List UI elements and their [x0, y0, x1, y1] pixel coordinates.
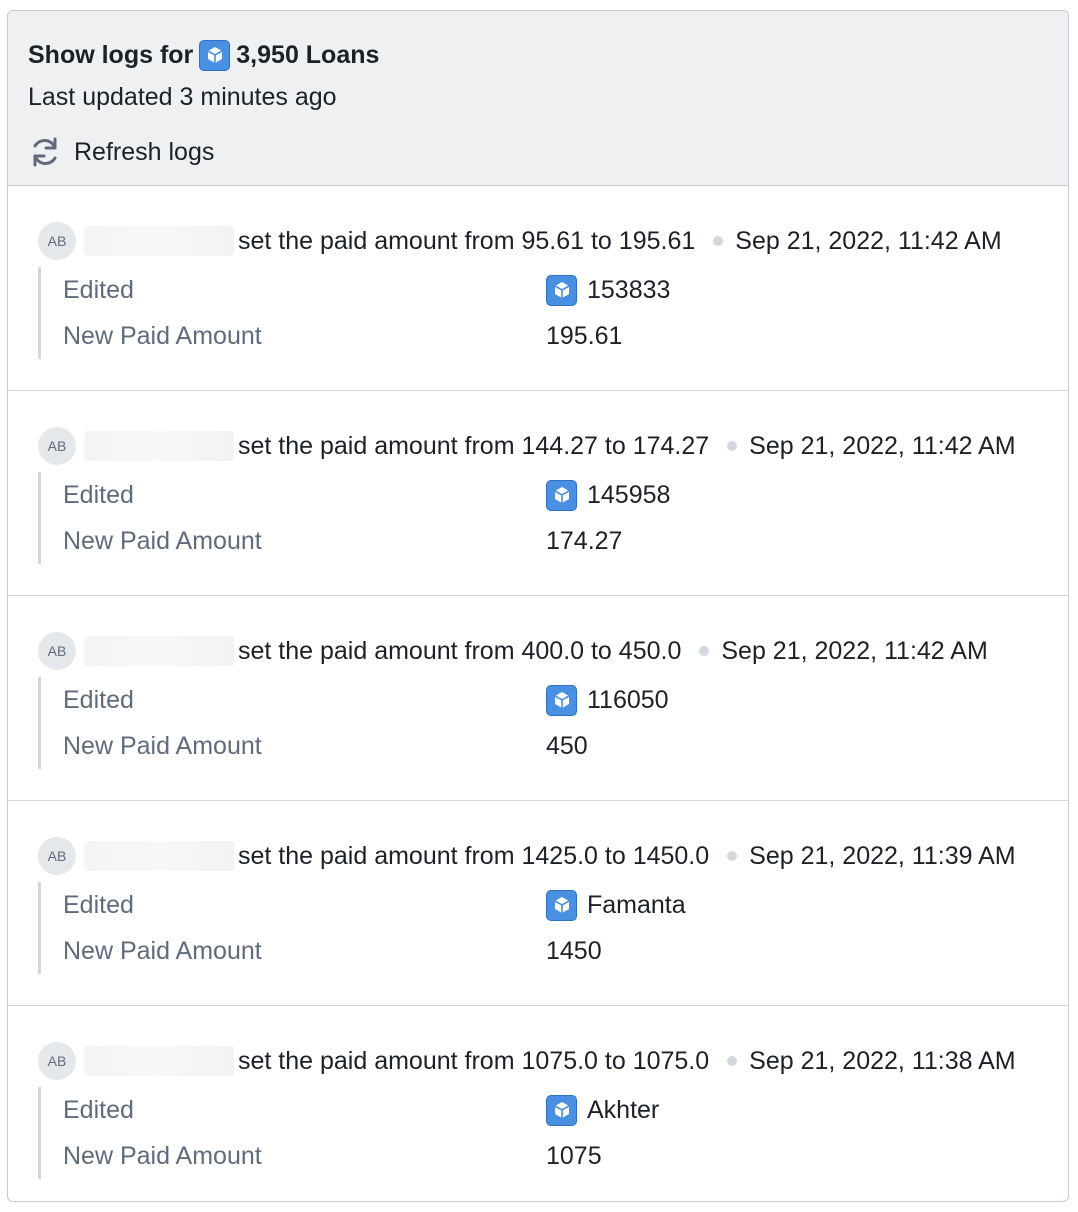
log-message: set the paid amount from 95.61 to 195.61	[238, 226, 696, 255]
object-count-link[interactable]: 3,950 Loans	[236, 39, 379, 71]
edited-object-link[interactable]: 116050	[546, 684, 669, 716]
log-details: Edited 116050 New Paid Amount 450	[38, 677, 1068, 769]
edited-object-name: 145958	[587, 480, 671, 509]
separator-dot	[713, 236, 724, 246]
edited-label: Edited	[63, 275, 134, 304]
edited-object-link[interactable]: Akhter	[546, 1094, 660, 1126]
edited-label: Edited	[63, 480, 134, 509]
edited-row: Edited 145958	[63, 472, 1068, 518]
log-message: set the paid amount from 144.27 to 174.2…	[238, 431, 710, 460]
cube-icon	[546, 479, 577, 511]
avatar: AB	[38, 1042, 76, 1080]
field-label: New Paid Amount	[63, 731, 262, 760]
edited-row: Edited Famanta	[63, 882, 1068, 928]
log-summary: AB set the paid amount from 144.27 to 17…	[8, 427, 1068, 465]
field-label: New Paid Amount	[63, 526, 262, 555]
log-summary: AB set the paid amount from 1425.0 to 14…	[8, 837, 1068, 875]
redacted-user-name	[84, 226, 234, 256]
edited-row: Edited Akhter	[63, 1087, 1068, 1133]
log-message: set the paid amount from 400.0 to 450.0	[238, 636, 682, 665]
logs-panel: Show logs for 3,950 Loans Last updated 3…	[7, 10, 1069, 1202]
redacted-user-name	[84, 431, 234, 461]
log-entry: AB set the paid amount from 144.27 to 17…	[8, 391, 1068, 596]
log-entry: AB set the paid amount from 1425.0 to 14…	[8, 801, 1068, 1006]
log-details: Edited 145958 New Paid Amount 174.27	[38, 472, 1068, 564]
field-value: 450	[546, 731, 588, 760]
avatar: AB	[38, 222, 76, 260]
redacted-user-name	[84, 1046, 234, 1076]
edited-object-link[interactable]: Famanta	[546, 889, 686, 921]
log-entry: AB set the paid amount from 1075.0 to 10…	[8, 1006, 1068, 1201]
edited-label: Edited	[63, 890, 134, 919]
edited-object-name: Famanta	[587, 890, 686, 919]
edited-object-name: 116050	[587, 685, 669, 714]
field-label: New Paid Amount	[63, 321, 262, 350]
log-entry: AB set the paid amount from 400.0 to 450…	[8, 596, 1068, 801]
cube-icon	[546, 889, 577, 921]
separator-dot	[699, 646, 710, 656]
cube-icon	[546, 684, 577, 716]
log-timestamp: Sep 21, 2022, 11:42 AM	[735, 226, 1002, 255]
log-entry: AB set the paid amount from 95.61 to 195…	[8, 186, 1068, 391]
logs-title: Show logs for 3,950 Loans	[28, 39, 1068, 71]
redacted-user-name	[84, 636, 234, 666]
cube-icon	[546, 1094, 577, 1126]
edited-object-name: Akhter	[587, 1095, 660, 1124]
paid-amount-row: New Paid Amount 195.61	[63, 313, 1068, 359]
log-timestamp: Sep 21, 2022, 11:39 AM	[749, 841, 1016, 870]
log-list: AB set the paid amount from 95.61 to 195…	[8, 186, 1068, 1201]
field-value: 1075	[546, 1141, 602, 1170]
last-updated-text: Last updated 3 minutes ago	[28, 83, 337, 111]
log-summary: AB set the paid amount from 400.0 to 450…	[8, 632, 1068, 670]
redacted-user-name	[84, 841, 234, 871]
field-value: 1450	[546, 936, 602, 965]
separator-dot	[727, 441, 738, 451]
separator-dot	[727, 851, 738, 861]
paid-amount-row: New Paid Amount 450	[63, 723, 1068, 769]
edited-object-link[interactable]: 153833	[546, 274, 671, 306]
paid-amount-row: New Paid Amount 1075	[63, 1133, 1068, 1179]
field-value: 195.61	[546, 321, 623, 350]
edited-object-link[interactable]: 145958	[546, 479, 671, 511]
log-details: Edited Famanta New Paid Amount 1450	[38, 882, 1068, 974]
cube-icon	[199, 39, 231, 71]
avatar: AB	[38, 837, 76, 875]
log-timestamp: Sep 21, 2022, 11:38 AM	[749, 1046, 1016, 1075]
log-details: Edited Akhter New Paid Amount 1075	[38, 1087, 1068, 1179]
log-summary: AB set the paid amount from 95.61 to 195…	[8, 222, 1068, 260]
field-label: New Paid Amount	[63, 936, 262, 965]
log-timestamp: Sep 21, 2022, 11:42 AM	[749, 431, 1016, 460]
log-details: Edited 153833 New Paid Amount 195.61	[38, 267, 1068, 359]
edited-row: Edited 116050	[63, 677, 1068, 723]
separator-dot	[727, 1056, 738, 1066]
edited-label: Edited	[63, 1095, 134, 1124]
avatar: AB	[38, 427, 76, 465]
log-summary: AB set the paid amount from 1075.0 to 10…	[8, 1042, 1068, 1080]
refresh-logs-label: Refresh logs	[74, 138, 215, 166]
log-timestamp: Sep 21, 2022, 11:42 AM	[721, 636, 988, 665]
avatar: AB	[38, 632, 76, 670]
logs-header: Show logs for 3,950 Loans Last updated 3…	[8, 11, 1068, 186]
title-prefix: Show logs for	[28, 41, 194, 69]
refresh-icon	[33, 137, 57, 167]
log-message: set the paid amount from 1425.0 to 1450.…	[238, 841, 710, 870]
field-value: 174.27	[546, 526, 623, 555]
edited-object-name: 153833	[587, 275, 671, 304]
log-message: set the paid amount from 1075.0 to 1075.…	[238, 1046, 710, 1075]
edited-row: Edited 153833	[63, 267, 1068, 313]
paid-amount-row: New Paid Amount 174.27	[63, 518, 1068, 564]
refresh-logs-button[interactable]: Refresh logs	[28, 135, 214, 169]
edited-label: Edited	[63, 685, 134, 714]
field-label: New Paid Amount	[63, 1141, 262, 1170]
paid-amount-row: New Paid Amount 1450	[63, 928, 1068, 974]
cube-icon	[546, 274, 577, 306]
